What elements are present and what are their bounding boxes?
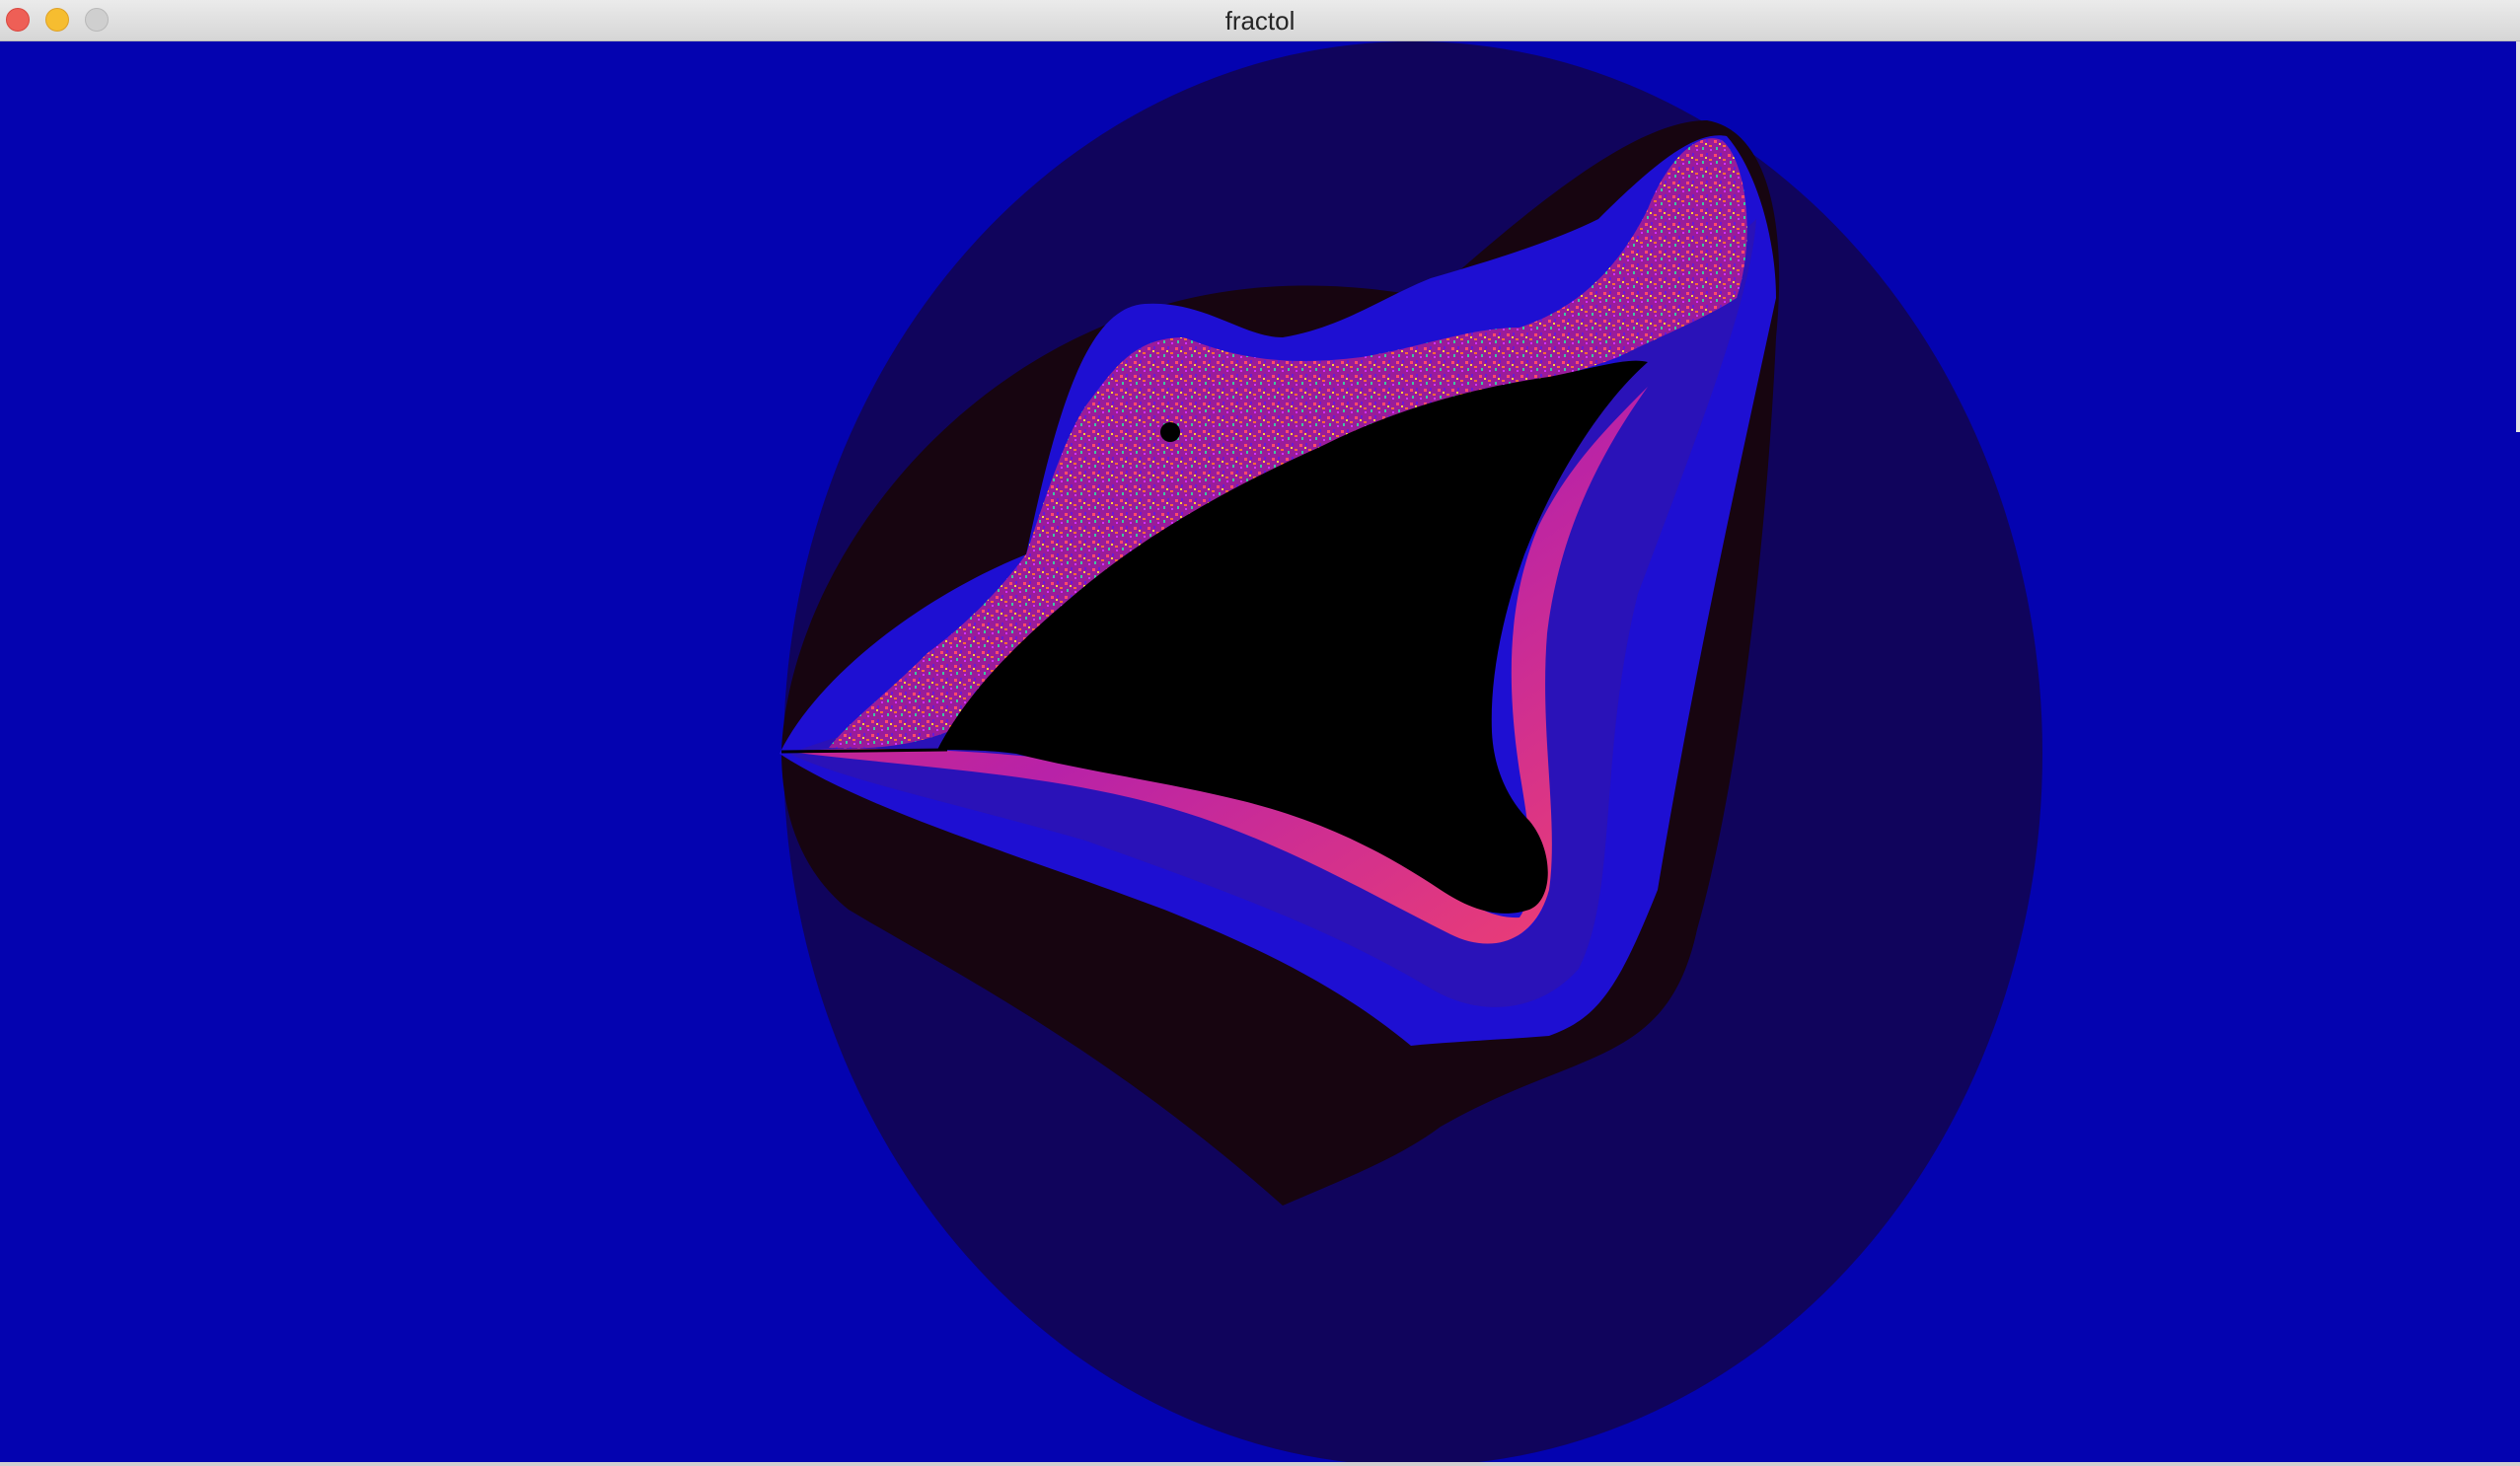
window-edge-right [2516, 41, 2520, 432]
window-edge-bottom [0, 1462, 2520, 1466]
window-title: fractol [1224, 6, 1296, 36]
real-axis-spike [780, 748, 948, 754]
fractol-window: fractol [0, 0, 2520, 1466]
minibrot-bulb [1160, 422, 1180, 442]
title-bar[interactable]: fractol [0, 0, 2520, 41]
fractal-render [779, 41, 2042, 1466]
fractal-canvas[interactable] [0, 41, 2520, 1466]
